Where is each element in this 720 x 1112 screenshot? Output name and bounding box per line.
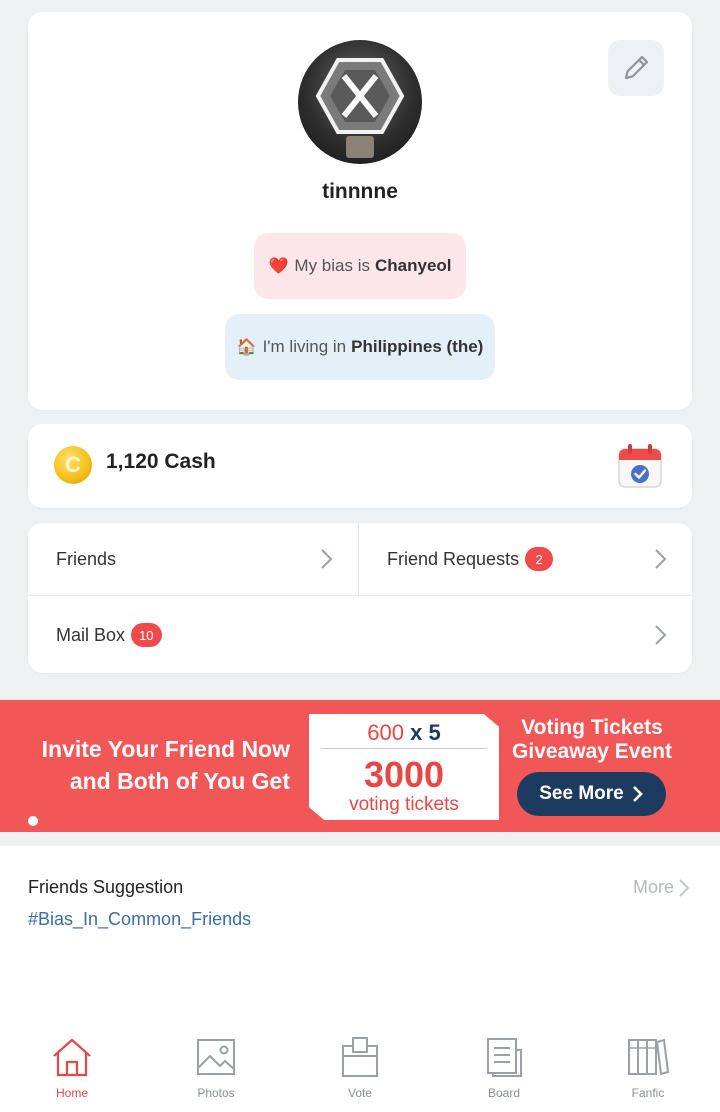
chevron-right-icon bbox=[655, 625, 667, 645]
living-value: Philippines (the) bbox=[351, 337, 484, 356]
ticket-total: 3000 bbox=[363, 754, 445, 795]
pencil-icon bbox=[624, 55, 649, 80]
carousel-dot bbox=[28, 816, 38, 826]
vote-icon bbox=[342, 1037, 378, 1077]
chevron-right-icon bbox=[632, 786, 643, 802]
tab-vote[interactable]: Vote bbox=[288, 1036, 432, 1100]
friends-menu-item[interactable]: Friends bbox=[28, 523, 359, 596]
location-pill: 🏠 I'm living in Philippines (the) bbox=[225, 314, 495, 380]
cash-card[interactable]: C 1,120 Cash bbox=[28, 424, 692, 508]
bias-pill: ❤️ My bias is Chanyeol bbox=[254, 233, 466, 299]
friend-requests-menu-item[interactable]: Friend Requests 2 bbox=[360, 523, 692, 596]
banner-line-1: Invite Your Friend Now bbox=[41, 736, 290, 762]
calendar-check-icon[interactable] bbox=[616, 442, 664, 490]
living-prefix: I'm living in bbox=[262, 337, 347, 356]
mail-box-label: Mail Box bbox=[56, 624, 126, 645]
tab-photos[interactable]: Photos bbox=[144, 1036, 288, 1100]
see-more-button[interactable]: See More bbox=[517, 772, 666, 816]
bias-prefix: My bias is bbox=[294, 256, 370, 275]
avatar[interactable] bbox=[298, 40, 422, 164]
photos-icon bbox=[197, 1039, 235, 1075]
username: tinnnne bbox=[322, 180, 398, 203]
bias-value: Chanyeol bbox=[374, 256, 452, 275]
invite-banner[interactable]: Invite Your Friend Now and Both of You G… bbox=[0, 700, 720, 832]
event-title: Voting Tickets Giveaway Event bbox=[512, 716, 672, 763]
mail-box-menu-item[interactable]: Mail Box 10 bbox=[28, 597, 692, 673]
banner-line-2: and Both of You Get bbox=[69, 768, 290, 794]
board-icon bbox=[487, 1038, 522, 1077]
ticket-amount: 600 x 5 bbox=[367, 720, 441, 745]
fanfic-icon bbox=[628, 1038, 670, 1076]
bottom-tab-bar: Home Photos Vote Board Fanfic bbox=[0, 1020, 720, 1112]
more-link[interactable]: More bbox=[633, 877, 690, 898]
tab-home[interactable]: Home bbox=[0, 1036, 144, 1100]
house-icon: 🏠 bbox=[236, 339, 257, 356]
ticket-unit: voting tickets bbox=[349, 794, 459, 815]
tab-fanfic[interactable]: Fanfic bbox=[576, 1036, 720, 1100]
section-title: Friends Suggestion bbox=[28, 877, 184, 897]
tab-board[interactable]: Board bbox=[432, 1036, 576, 1100]
tab-label: Board bbox=[487, 1086, 521, 1100]
tab-label: Fanfic bbox=[631, 1086, 665, 1100]
menu-card: Friends Friend Requests 2 Mail Box 10 bbox=[28, 523, 692, 673]
edit-profile-button[interactable] bbox=[608, 40, 664, 96]
tab-label: Photos bbox=[197, 1086, 235, 1100]
profile-card: tinnnne ❤️ My bias is Chanyeol 🏠 I'm liv… bbox=[28, 12, 692, 410]
friend-requests-label: Friend Requests bbox=[387, 548, 520, 569]
ticket-graphic: 600 x 5 3000 voting tickets bbox=[309, 714, 499, 820]
chevron-right-icon bbox=[321, 549, 333, 569]
friends-label: Friends bbox=[56, 548, 117, 569]
home-icon bbox=[53, 1038, 91, 1077]
tab-label: Home bbox=[55, 1086, 88, 1100]
friend-requests-badge: 2 bbox=[525, 547, 554, 571]
ticket-divider bbox=[321, 748, 487, 749]
exo-logo-icon bbox=[315, 58, 405, 158]
chevron-right-icon bbox=[655, 549, 667, 569]
heart-icon: ❤️ bbox=[268, 258, 289, 275]
coin-icon: C bbox=[54, 446, 92, 484]
tab-label: Vote bbox=[347, 1086, 373, 1100]
cash-amount: 1,120 Cash bbox=[106, 450, 216, 473]
mail-box-badge: 10 bbox=[131, 623, 162, 647]
chevron-right-icon bbox=[679, 878, 690, 897]
bias-hashtag-link[interactable]: #Bias_In_Common_Friends bbox=[28, 909, 251, 930]
